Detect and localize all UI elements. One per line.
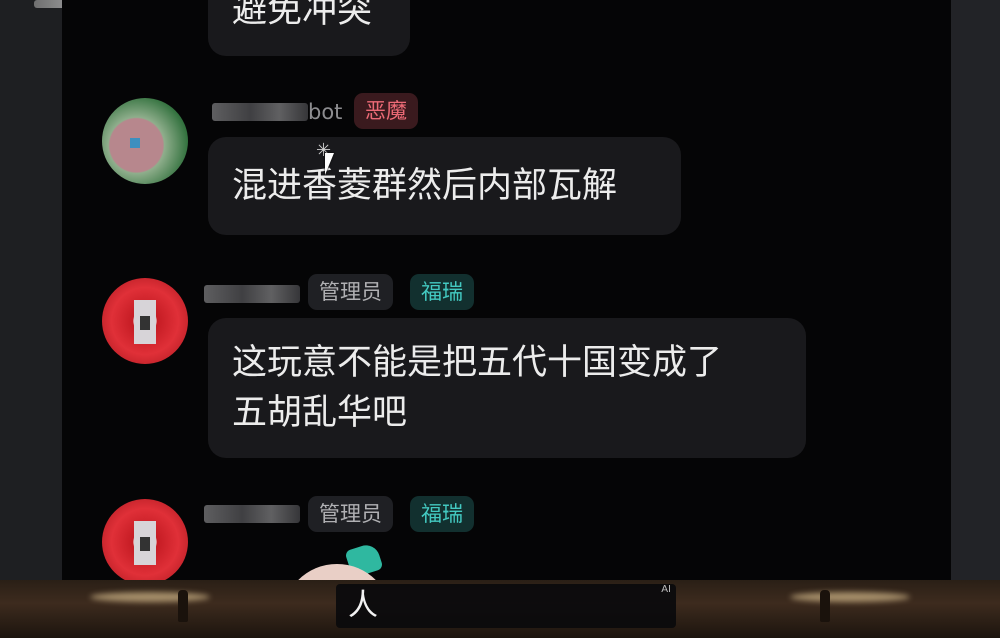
username-blurred <box>204 505 300 523</box>
subtitle-text: 人 <box>348 588 378 623</box>
username-blurred <box>212 103 308 121</box>
message-text-line: 五胡乱华吧 <box>232 393 408 433</box>
message-text-line: 这玩意不能是把五代十国变成了 <box>232 343 723 383</box>
badge-fufu: 福瑞 <box>410 274 474 310</box>
message-text-line: 避免冲突 <box>232 0 373 31</box>
message-bubble[interactable]: 避免冲突 <box>208 0 410 56</box>
username-blurred <box>204 285 300 303</box>
light-glow <box>790 592 910 602</box>
light-glow <box>90 592 210 602</box>
badge-fufu: 福瑞 <box>410 496 474 532</box>
left-margin <box>0 0 62 580</box>
username-suffix: bot <box>308 100 343 124</box>
video-strip: 人 AI <box>0 580 1000 638</box>
message-bubble[interactable]: 混进香菱群然后内部瓦解 <box>208 137 681 235</box>
person-figure <box>178 590 188 622</box>
message-text-line: 混进香菱群然后内部瓦解 <box>232 166 618 206</box>
ai-mark: AI <box>661 584 671 595</box>
chat-panel: 避免冲突 bot 恶魔 混进香菱群然后内部瓦解 管理员 福瑞 这玩意不能是把五代… <box>62 0 951 580</box>
avatar[interactable] <box>102 278 188 364</box>
badge-admin: 管理员 <box>308 496 393 532</box>
right-margin <box>951 0 1000 580</box>
avatar[interactable] <box>102 499 188 580</box>
avatar[interactable] <box>102 98 188 184</box>
badge-admin: 管理员 <box>308 274 393 310</box>
subtitle-box: 人 AI <box>336 584 676 628</box>
badge-demon: 恶魔 <box>354 93 418 129</box>
arrow-cursor-icon <box>325 153 334 175</box>
message-bubble[interactable]: 这玩意不能是把五代十国变成了 五胡乱华吧 <box>208 318 806 458</box>
person-figure <box>820 590 830 622</box>
